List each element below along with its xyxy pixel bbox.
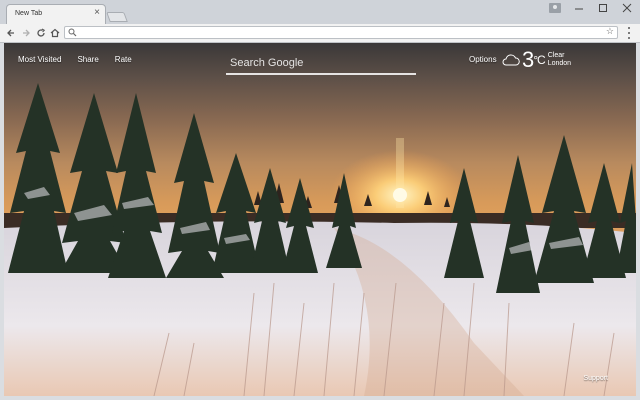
support-link[interactable]: Support [583,375,608,382]
weather-condition: Clear [547,52,565,59]
new-tab-page: Most Visited Share Rate Options 3°C Clea… [4,43,636,396]
temperature-unit: °C [533,53,546,67]
address-bar[interactable]: ☆ [64,26,618,39]
address-input[interactable] [79,27,599,38]
menu-dot-icon [628,32,630,34]
maximize-icon[interactable] [596,2,610,14]
tab-title: New Tab [15,10,43,17]
weather-widget[interactable]: 3°C Clear London [502,49,571,71]
winter-sunset-background [4,83,636,396]
menu-dot-icon [628,27,630,29]
top-links: Most Visited Share Rate [18,55,132,64]
minimize-icon[interactable] [572,2,586,14]
rate-link[interactable]: Rate [115,55,132,64]
forward-button[interactable] [19,26,33,40]
arrow-right-icon [23,29,30,37]
share-link[interactable]: Share [77,55,98,64]
temperature: 3°C [522,47,546,72]
most-visited-link[interactable]: Most Visited [18,55,61,64]
tab-strip: New Tab × [0,0,640,24]
search-input[interactable] [226,54,424,72]
temperature-value: 3 [522,47,534,72]
profile-icon[interactable] [548,2,562,14]
options-link[interactable]: Options [469,55,497,64]
browser-toolbar: ☆ [0,24,640,43]
reload-button[interactable] [34,26,48,40]
weather-location: London [547,60,572,67]
menu-dot-icon [628,37,630,39]
weather-details: Clear London [548,52,571,68]
tab-new-tab[interactable]: New Tab × [6,4,106,24]
home-button[interactable] [48,26,62,40]
reload-icon [37,28,46,37]
window-controls [548,2,634,14]
close-window-icon[interactable] [620,2,634,14]
search-icon [68,28,77,37]
search-box [226,53,424,75]
close-icon[interactable]: × [94,8,100,18]
browser-window: New Tab × ☆ Most Visited Share Rate Sear… [0,0,640,400]
back-button[interactable] [4,26,18,40]
menu-button[interactable] [624,27,634,39]
arrow-left-icon [7,29,14,37]
star-icon[interactable]: ☆ [606,26,614,37]
home-icon [50,28,60,38]
cloud-icon [502,54,520,66]
new-tab-button[interactable] [106,12,128,22]
